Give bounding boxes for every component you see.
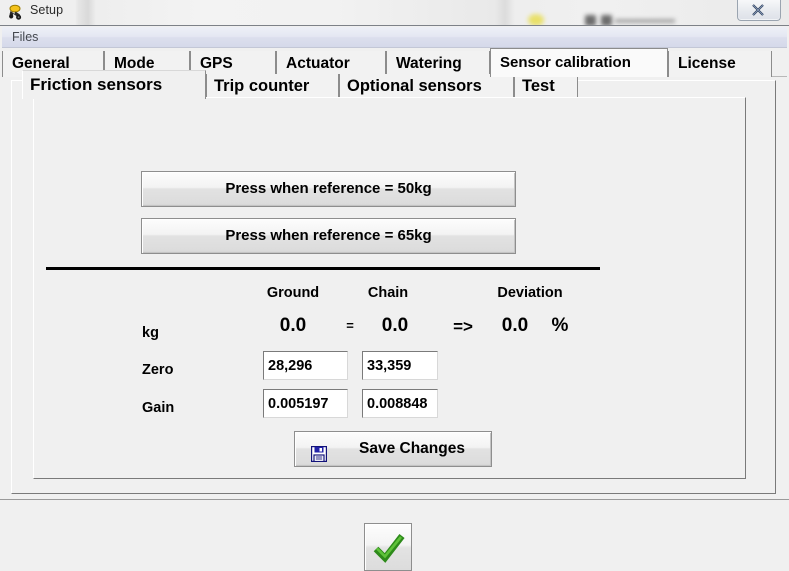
unit-percent-label: %: [551, 315, 569, 336]
value-kg-chain: 0.0: [381, 315, 409, 336]
value-kg-deviation: 0.0: [501, 315, 529, 336]
close-icon: [752, 4, 764, 16]
subtab-friction-sensors[interactable]: Friction sensors: [22, 70, 206, 99]
value-kg-ground: 0.0: [279, 315, 307, 336]
section-divider: [46, 267, 600, 270]
subtab-optional-sensors[interactable]: Optional sensors: [339, 74, 514, 99]
green-checkmark-icon: [373, 534, 405, 563]
title-bar: Setup: [0, 0, 789, 25]
tab-sensor-calibration[interactable]: Sensor calibration: [490, 48, 668, 77]
save-changes-label: Save Changes: [359, 440, 465, 457]
zero-ground-input[interactable]: [263, 351, 348, 380]
ok-button[interactable]: [364, 523, 412, 571]
save-changes-button[interactable]: Save Changes: [294, 431, 492, 467]
gain-chain-input[interactable]: [362, 389, 438, 418]
window-title: Setup: [30, 3, 64, 17]
zero-chain-input[interactable]: [362, 351, 438, 380]
screen: Setup Files General Mode GPS Actuator Wa…: [0, 0, 789, 571]
column-header-chain: Chain: [367, 285, 409, 301]
row-label-gain: Gain: [142, 400, 175, 416]
footer-divider: [0, 499, 789, 500]
row-label-kg: kg: [142, 325, 159, 341]
subtab-trip-counter[interactable]: Trip counter: [206, 74, 339, 99]
operator-arrow: =>: [453, 317, 473, 336]
menu-bar: Files: [2, 27, 787, 48]
column-header-ground: Ground: [266, 285, 320, 301]
gain-ground-input[interactable]: [263, 389, 348, 418]
close-button[interactable]: [737, 0, 781, 21]
machinery-icon: [8, 4, 25, 21]
subtab-test[interactable]: Test: [514, 74, 578, 99]
row-label-zero: Zero: [142, 362, 174, 378]
press-reference-50kg-button[interactable]: Press when reference = 50kg: [141, 171, 516, 207]
press-reference-65kg-button[interactable]: Press when reference = 65kg: [141, 218, 516, 254]
menu-item-files[interactable]: Files: [12, 30, 38, 44]
column-header-deviation: Deviation: [497, 285, 563, 301]
floppy-disk-icon: [310, 441, 328, 463]
window-body: Files General Mode GPS Actuator Watering…: [0, 25, 789, 571]
